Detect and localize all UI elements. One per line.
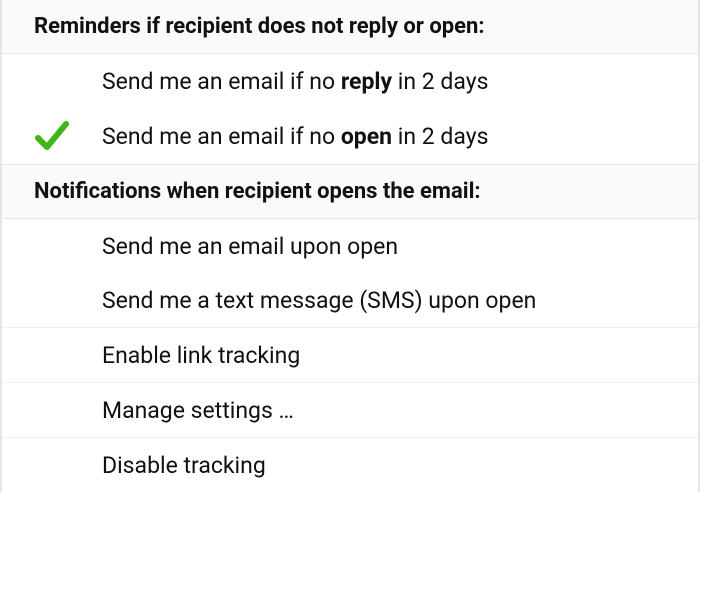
reminder-no-reply-bold: reply <box>341 68 392 95</box>
disable-tracking-item[interactable]: Disable tracking <box>2 438 698 492</box>
notifications-header: Notifications when recipient opens the e… <box>2 164 698 219</box>
tracking-menu: Reminders if recipient does not reply or… <box>0 0 700 492</box>
reminder-no-open-bold: open <box>341 123 392 150</box>
reminder-no-open-item[interactable]: Send me an email if no open in 2 days <box>2 108 698 164</box>
notify-sms-label: Send me a text message (SMS) upon open <box>102 287 698 314</box>
reminders-header: Reminders if recipient does not reply or… <box>2 0 698 54</box>
notifications-header-text: Notifications when recipient opens the e… <box>34 179 481 204</box>
reminder-no-reply-label: Send me an email if no reply in 2 days <box>102 68 698 95</box>
reminder-no-reply-prefix: Send me an email if no <box>102 68 341 95</box>
reminder-no-open-check-slot <box>2 116 102 156</box>
reminder-no-open-suffix: in 2 days <box>392 123 488 150</box>
manage-settings-item[interactable]: Manage settings … <box>2 383 698 437</box>
reminders-header-text: Reminders if recipient does not reply or… <box>34 14 485 39</box>
reminder-no-open-label: Send me an email if no open in 2 days <box>102 123 698 150</box>
reminder-no-reply-item[interactable]: Send me an email if no reply in 2 days <box>2 54 698 108</box>
manage-settings-label: Manage settings … <box>102 397 698 424</box>
check-icon <box>32 116 72 156</box>
notify-sms-on-open-item[interactable]: Send me a text message (SMS) upon open <box>2 273 698 327</box>
disable-tracking-label: Disable tracking <box>102 452 698 479</box>
enable-link-tracking-item[interactable]: Enable link tracking <box>2 328 698 382</box>
enable-link-tracking-label: Enable link tracking <box>102 342 698 369</box>
notify-email-label: Send me an email upon open <box>102 233 698 260</box>
reminder-no-reply-suffix: in 2 days <box>392 68 488 95</box>
reminder-no-open-prefix: Send me an email if no <box>102 123 341 150</box>
notify-email-on-open-item[interactable]: Send me an email upon open <box>2 219 698 273</box>
